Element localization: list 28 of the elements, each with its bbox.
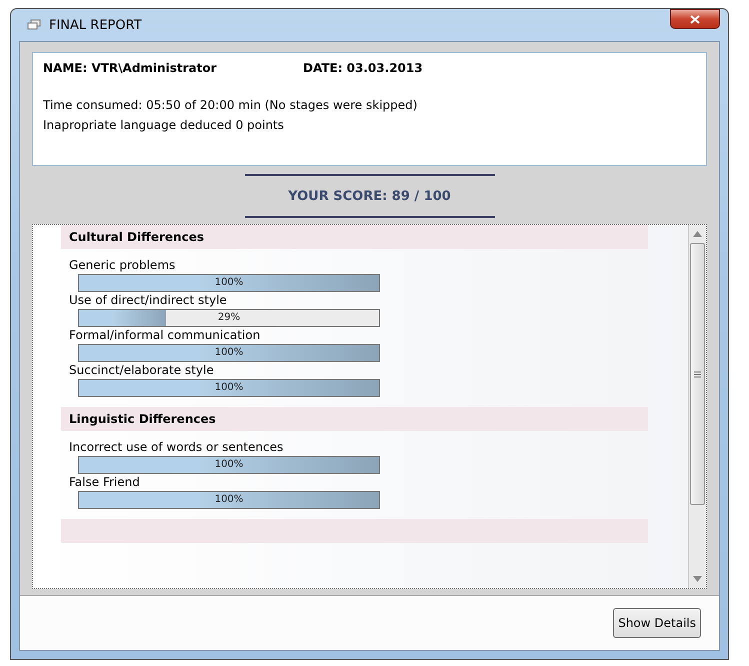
score-label: False Friend [69,474,141,491]
info-text: Time consumed: 05:50 of 20:00 min (No stages were skipped) [43,97,418,114]
window-title: FINAL REPORT [49,18,143,32]
scroll-thumb[interactable] [690,243,705,505]
score-label: Use of direct/indirect style [69,292,228,309]
scrollbar[interactable] [688,225,706,588]
date-label: DATE: 03.03.2013 [303,61,423,75]
scroll-down-icon[interactable] [693,576,702,582]
close-button[interactable] [670,9,720,29]
show-details-button[interactable]: Show Details [613,608,701,638]
score-text: YOUR SCORE: 89 / 100 [244,174,494,218]
progress-reading: 100% [214,346,244,360]
section-header: Cultural Differences [61,225,648,249]
progress-reading: 29% [216,311,242,325]
score-label: Succinct/elaborate style [69,362,215,379]
progress-reading: 100% [214,493,244,507]
close-icon [690,14,700,24]
name-label: NAME: VTR\Administrator [43,61,218,75]
score-label: Generic problems [69,257,176,274]
progress-reading: 100% [214,276,244,290]
score-label: Formal/informal communication [69,327,262,344]
grip-icon [694,370,701,378]
progress-reading: 100% [214,381,244,395]
scroll-up-icon[interactable] [693,231,702,237]
progress-reading: 100% [214,458,244,472]
section-header: Linguistic Differences [61,407,648,431]
info-text: Inapropriate language deduced 0 points [43,117,285,134]
score-label: Incorrect use of words or sentences [69,439,284,456]
